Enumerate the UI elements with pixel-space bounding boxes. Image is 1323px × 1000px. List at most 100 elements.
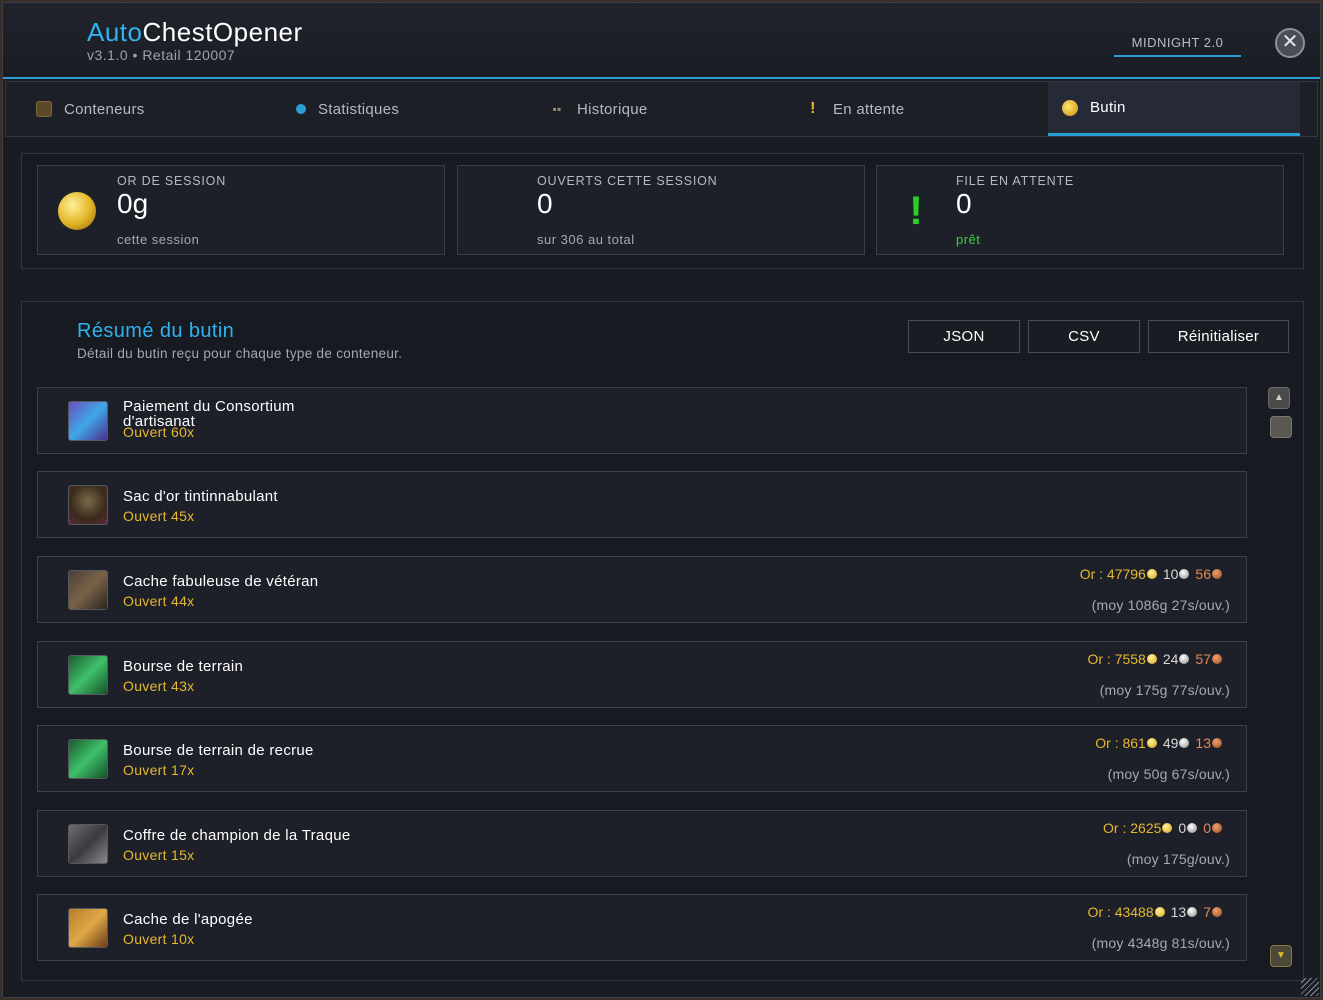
silver-coin-icon [1179, 654, 1190, 664]
silver-amount: 10 [1162, 566, 1179, 582]
section-title: Résumé du butin [77, 320, 235, 342]
opened-count: Ouvert 43x [123, 678, 195, 694]
card-label: FILE EN ATTENTE [956, 174, 1075, 188]
coins-icon [1062, 99, 1078, 116]
version-text: v3.1.0 • Retail 120007 [87, 47, 236, 63]
opened-count: Ouvert 17x [123, 762, 195, 778]
section-description: Détail du butin reçu pour chaque type de… [77, 346, 403, 361]
book-icon: ▪▪ [552, 102, 562, 116]
average-per-open: (moy 175g/ouv.) [1126, 851, 1230, 867]
resize-grip-icon[interactable] [1301, 978, 1319, 996]
chest-icon [36, 101, 52, 117]
silver-coin-icon [1179, 569, 1190, 579]
container-name: Coffre de champion de la Traque [123, 827, 351, 844]
tab-label: En attente [833, 100, 905, 118]
tab-en-attente[interactable]: ! En attente [805, 82, 1055, 136]
container-name: Cache fabuleuse de vétéran [123, 573, 319, 590]
card-subtext: cette session [117, 232, 200, 247]
container-name: Cache de l'apogée [123, 911, 253, 928]
copper-coin-icon [1212, 738, 1222, 748]
tab-butin[interactable]: Butin [1048, 82, 1300, 136]
container-name: Bourse de terrain [123, 658, 244, 675]
exclamation-icon: ! [909, 189, 923, 233]
card-value: 0g [117, 188, 149, 219]
gold-amount: Or : 47796 [1079, 566, 1146, 582]
tab-label: Statistiques [318, 100, 400, 118]
session-stats-panel: OR DE SESSION 0g cette session OUVERTS C… [21, 153, 1304, 269]
opened-count: Ouvert 45x [123, 508, 195, 524]
gold-coin-icon [1146, 654, 1157, 664]
average-per-open: (moy 175g 77s/ouv.) [1099, 682, 1230, 698]
tab-statistiques[interactable]: Statistiques [293, 82, 543, 136]
opened-count: Ouvert 44x [123, 593, 195, 609]
stats-icon [296, 104, 306, 114]
tab-label: Historique [577, 100, 648, 118]
champion-chest-icon [68, 824, 108, 864]
export-csv-button[interactable]: CSV [1028, 320, 1140, 353]
silver-amount: 24 [1162, 651, 1179, 667]
average-per-open: (moy 50g 67s/ouv.) [1107, 766, 1230, 782]
opened-count: Ouvert 10x [123, 931, 195, 947]
tab-conteneurs[interactable]: Conteneurs [36, 82, 286, 136]
gold-total: Or : 43488 13 7 [1087, 904, 1228, 920]
copper-coin-icon [1212, 907, 1222, 917]
gold-coin-icon [58, 192, 96, 230]
copper-amount: 7 [1203, 904, 1211, 920]
app-title-main: ChestOpener [142, 17, 303, 47]
recruit-purse-icon [68, 739, 108, 779]
gold-amount: Or : 43488 [1087, 904, 1154, 920]
silver-coin-icon [1179, 738, 1190, 748]
copper-amount: 0 [1203, 820, 1211, 836]
gold-amount: Or : 2625 [1103, 820, 1162, 836]
header: AutoChestOpener v3.1.0 • Retail 120007 M… [3, 3, 1320, 79]
scroll-down-button[interactable]: ▼ [1270, 945, 1292, 967]
copper-amount: 57 [1195, 651, 1211, 667]
card-subtext: sur 306 au total [537, 232, 635, 247]
apogee-cache-icon [68, 908, 108, 948]
gold-total: Or : 7558 24 57 [1087, 651, 1228, 667]
queue-card: ! FILE EN ATTENTE 0 prêt [876, 165, 1284, 255]
card-subtext: prêt [956, 232, 981, 247]
veteran-cache-icon [68, 570, 108, 610]
expansion-badge: MIDNIGHT 2.0 [1114, 33, 1241, 57]
container-name: Sac d'or tintinnabulant [123, 488, 278, 505]
silver-amount: 13 [1170, 904, 1187, 920]
loot-row: Coffre de champion de la Traque Ouvert 1… [37, 810, 1247, 877]
addon-window: AutoChestOpener v3.1.0 • Retail 120007 M… [2, 2, 1321, 998]
card-label: OUVERTS CETTE SESSION [537, 174, 718, 188]
scrollbar-thumb[interactable] [1270, 416, 1292, 438]
copper-amount: 13 [1195, 735, 1211, 751]
export-json-button[interactable]: JSON [908, 320, 1020, 353]
loot-row: Bourse de terrain de recrue Ouvert 17x O… [37, 725, 1247, 792]
gold-total: Or : 2625 0 0 [1103, 820, 1228, 836]
app-title-accent: Auto [87, 17, 143, 47]
craft-payment-icon [68, 401, 108, 441]
loot-summary-panel: Résumé du butin Détail du butin reçu pou… [21, 301, 1304, 981]
field-purse-icon [68, 655, 108, 695]
exclamation-icon: ! [810, 100, 816, 117]
scroll-up-button[interactable]: ▲ [1268, 387, 1290, 409]
copper-coin-icon [1212, 823, 1222, 833]
gold-coin-icon [1162, 823, 1173, 833]
tab-bar: Conteneurs Statistiques ▪▪ Historique ! … [5, 81, 1318, 137]
silver-amount: 0 [1178, 820, 1187, 836]
close-icon[interactable]: ✕ [1275, 28, 1305, 58]
copper-amount: 56 [1195, 566, 1211, 582]
copper-coin-icon [1212, 569, 1222, 579]
gold-total: Or : 47796 10 56 [1080, 566, 1228, 582]
gold-coin-icon [1146, 569, 1157, 579]
gold-total: Or : 861 49 13 [1095, 735, 1228, 751]
tab-historique[interactable]: ▪▪ Historique [549, 82, 799, 136]
silver-coin-icon [1187, 823, 1198, 833]
card-label: OR DE SESSION [117, 174, 227, 188]
silver-coin-icon [1187, 907, 1198, 917]
loot-row: Bourse de terrain Ouvert 43x Or : 7558 2… [37, 641, 1247, 708]
loot-row: Paiement du Consortium d'artisanat Ouvert… [37, 387, 1247, 454]
loot-row: Cache de l'apogée Ouvert 10x Or : 43488 … [37, 894, 1247, 961]
copper-coin-icon [1212, 654, 1222, 664]
opened-count: Ouvert 60x [123, 424, 195, 440]
app-title: AutoChestOpener [87, 17, 303, 48]
tab-label: Butin [1090, 99, 1126, 116]
gold-session-card: OR DE SESSION 0g cette session [37, 165, 445, 255]
reset-button[interactable]: Réinitialiser [1148, 320, 1289, 353]
